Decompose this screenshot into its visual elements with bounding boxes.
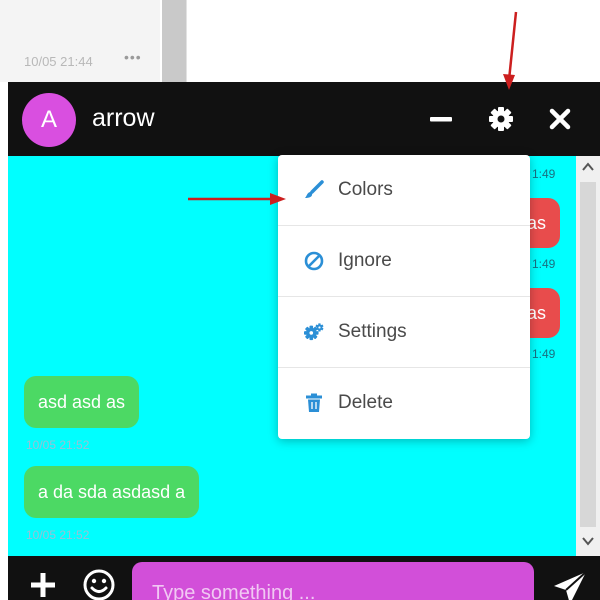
scroll-up-button[interactable] <box>576 160 600 178</box>
minimize-icon <box>430 117 452 122</box>
options-menu: Colors Ignore Settings Delete <box>278 155 530 439</box>
chat-name: arrow <box>92 104 155 132</box>
menu-item-ignore[interactable]: Ignore <box>278 226 530 296</box>
message-text: a da sda asdasd a <box>38 481 186 502</box>
send-button[interactable] <box>552 570 588 600</box>
message-bubble-incoming: a da sda asdasd a <box>24 466 200 518</box>
composer-bar <box>8 556 600 600</box>
menu-item-delete[interactable]: Delete <box>278 368 530 438</box>
message-time: 10/05 21:52 <box>26 438 90 452</box>
message-input[interactable] <box>132 562 534 600</box>
send-icon <box>554 571 587 600</box>
menu-item-label: Settings <box>338 321 407 342</box>
attach-button[interactable] <box>28 570 58 600</box>
message-time: 10/05 21:52 <box>26 528 90 542</box>
background-more-icon[interactable]: ••• <box>124 49 142 65</box>
message-time: 1:49 <box>532 347 556 361</box>
chevron-up-icon <box>582 162 594 171</box>
emoji-button[interactable] <box>82 568 116 600</box>
gear-icon <box>489 107 513 131</box>
cogs-icon <box>304 322 324 342</box>
message-scrollbar[interactable] <box>576 156 600 556</box>
settings-gear-button[interactable] <box>483 101 519 137</box>
plus-icon <box>31 573 55 597</box>
menu-item-label: Colors <box>338 179 393 200</box>
smile-icon <box>83 569 115 600</box>
chat-header: A arrow <box>8 82 600 156</box>
background-panel <box>0 0 160 82</box>
menu-item-colors[interactable]: Colors <box>278 155 530 225</box>
paint-brush-icon <box>304 180 324 200</box>
message-text: asd asd as <box>38 391 126 412</box>
close-button[interactable] <box>542 101 578 137</box>
minimize-button[interactable] <box>423 101 459 137</box>
message-time: 1:49 <box>532 257 556 271</box>
background-timestamp: 10/05 21:44 <box>24 54 93 69</box>
menu-item-label: Ignore <box>338 250 392 271</box>
background-divider <box>186 0 187 82</box>
trash-icon <box>304 393 324 413</box>
ban-icon <box>304 251 324 271</box>
message-time: 1:49 <box>532 167 556 181</box>
avatar[interactable]: A <box>22 93 76 147</box>
scroll-down-button[interactable] <box>576 534 600 552</box>
menu-item-settings[interactable]: Settings <box>278 297 530 367</box>
chevron-down-icon <box>582 537 594 546</box>
scroll-thumb[interactable] <box>580 182 596 527</box>
background-scrollbar[interactable] <box>162 0 186 82</box>
message-bubble-incoming: asd asd as <box>24 376 140 428</box>
menu-item-label: Delete <box>338 392 393 413</box>
close-icon <box>549 108 571 130</box>
annotation-arrow-to-gear <box>503 11 518 90</box>
